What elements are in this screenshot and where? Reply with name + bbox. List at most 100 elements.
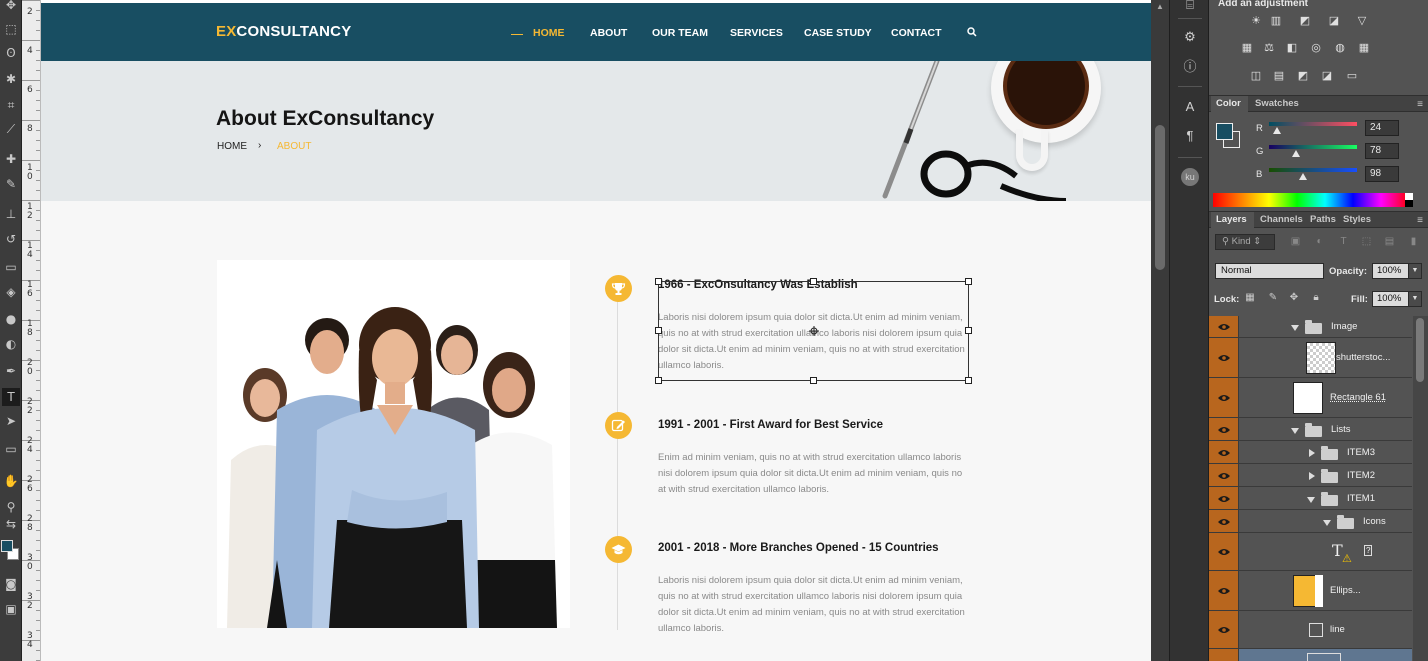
character-panel-icon[interactable]: A (1181, 98, 1199, 116)
layer-row[interactable]: Rectangle 61 (1209, 378, 1412, 418)
nav-services[interactable]: SERVICES (730, 27, 783, 39)
layer-name[interactable]: Lists (1331, 424, 1351, 435)
layer-row[interactable]: Image (1209, 316, 1412, 338)
opacity-dropdown-icon[interactable]: ▼ (1408, 263, 1422, 279)
paint-bucket-tool[interactable]: ◈ (2, 283, 20, 301)
layer-visibility-toggle[interactable] (1209, 649, 1239, 661)
layer-visibility-toggle[interactable] (1209, 464, 1239, 486)
crop-tool[interactable]: ⌗ (2, 96, 20, 114)
transform-handle-tr[interactable] (965, 278, 972, 285)
foreground-color-chip[interactable] (1, 540, 13, 552)
layer-name[interactable]: line (1330, 624, 1345, 635)
layer-name[interactable]: ITEM3 (1347, 447, 1375, 458)
hue-saturation-icon[interactable]: ▦ (1239, 41, 1255, 55)
tab-paths[interactable]: Paths (1310, 214, 1336, 225)
layer-name[interactable]: ITEM2 (1347, 470, 1375, 481)
black-white-ramp[interactable] (1405, 193, 1413, 207)
zoom-tool[interactable]: ⚲ (2, 498, 20, 516)
channel-mixer-icon[interactable]: ◍ (1332, 41, 1348, 55)
scroll-up-icon[interactable]: ▲ (1156, 2, 1164, 11)
blue-value-input[interactable]: 98 (1365, 166, 1399, 182)
breadcrumb-home[interactable]: HOME (217, 141, 247, 152)
collapse-arrow-icon[interactable] (1291, 427, 1299, 434)
foreground-color-swatch[interactable] (1216, 123, 1233, 140)
black-white-icon[interactable]: ◧ (1284, 41, 1300, 55)
eyedropper-tool[interactable]: ⟋ (2, 120, 20, 138)
layer-row[interactable]: line (1209, 611, 1412, 649)
switch-colors-icon[interactable]: ⇆ (2, 515, 20, 533)
history-brush-tool[interactable]: ↺ (2, 230, 20, 248)
blue-slider[interactable] (1269, 168, 1357, 172)
green-slider-thumb[interactable] (1291, 150, 1300, 157)
layer-row[interactable]: ITEM1 (1209, 487, 1412, 510)
3d-panel-icon[interactable]: ⚙ (1181, 28, 1199, 46)
screen-mode-icon[interactable]: ▣ (2, 600, 20, 618)
color-lookup-icon[interactable]: ▦ (1356, 41, 1372, 55)
blur-tool[interactable]: ● (2, 310, 20, 328)
tab-layers[interactable]: Layers (1216, 214, 1247, 225)
color-balance-icon[interactable]: ⚖ (1261, 41, 1277, 55)
curves-icon[interactable]: ◩ (1297, 14, 1313, 28)
red-value-input[interactable]: 24 (1365, 120, 1399, 136)
photo-filter-icon[interactable]: ◎ (1308, 41, 1324, 55)
nav-about[interactable]: ABOUT (590, 27, 627, 39)
tab-color[interactable]: Color (1216, 98, 1241, 109)
layer-visibility-toggle[interactable] (1209, 378, 1239, 417)
hand-tool[interactable]: ✋ (2, 472, 20, 490)
levels-icon[interactable]: ▥ (1268, 14, 1284, 28)
opacity-input[interactable]: 100% (1372, 263, 1409, 279)
collapse-arrow-icon[interactable] (1323, 519, 1331, 526)
layer-visibility-toggle[interactable] (1209, 510, 1239, 532)
layers-scrollbar[interactable] (1413, 316, 1428, 661)
filter-smart-object-icon[interactable]: ▤ (1383, 236, 1396, 248)
clone-stamp-tool[interactable]: ⊥ (2, 205, 20, 223)
transform-handle-bl[interactable] (655, 377, 662, 384)
lock-transparent-icon[interactable]: ▦ (1244, 292, 1256, 304)
red-slider-thumb[interactable] (1273, 127, 1282, 134)
filter-adjustment-icon[interactable]: ◐ (1313, 236, 1326, 248)
layer-name[interactable]: ITEM1 (1347, 493, 1375, 504)
gradient-map-icon[interactable]: ▭ (1344, 69, 1360, 83)
transform-handle-b[interactable] (810, 377, 817, 384)
lock-all-icon[interactable]: 🔒︎ (1310, 292, 1322, 304)
layer-row[interactable] (1209, 649, 1412, 661)
canvas-scrollbar[interactable]: ▲ (1151, 0, 1169, 661)
exposure-icon[interactable]: ◪ (1326, 14, 1342, 28)
nav-case-study[interactable]: CASE STUDY (804, 27, 872, 39)
transform-handle-t[interactable] (810, 278, 817, 285)
move-tool[interactable]: ✥ (2, 0, 20, 14)
lasso-tool[interactable]: ʘ (2, 44, 20, 62)
red-slider[interactable] (1269, 122, 1357, 126)
layer-visibility-toggle[interactable] (1209, 418, 1239, 440)
expand-arrow-icon[interactable] (1309, 471, 1315, 480)
filter-kind-select[interactable]: ⚲ Kind ⇕ (1215, 234, 1275, 250)
reference-point-icon[interactable] (809, 326, 819, 336)
layer-visibility-toggle[interactable] (1209, 338, 1239, 377)
threshold-icon[interactable]: ◩ (1295, 69, 1311, 83)
posterize-icon[interactable]: ▤ (1271, 69, 1287, 83)
healing-brush-tool[interactable]: ✚ (2, 150, 20, 168)
color-spectrum[interactable] (1213, 193, 1409, 207)
fill-input[interactable]: 100% (1372, 291, 1409, 307)
tab-channels[interactable]: Channels (1260, 214, 1303, 225)
layers-scrollbar-thumb[interactable] (1416, 318, 1424, 382)
vibrance-icon[interactable]: ▽ (1354, 14, 1370, 28)
blend-mode-select[interactable]: Normal (1215, 263, 1324, 279)
transform-handle-br[interactable] (965, 377, 972, 384)
path-selection-tool[interactable]: ➤ (2, 412, 20, 430)
expand-arrow-icon[interactable] (1309, 448, 1315, 457)
layer-visibility-toggle[interactable] (1209, 487, 1239, 509)
collapse-arrow-icon[interactable] (1307, 496, 1315, 503)
selective-color-icon[interactable]: ◪ (1319, 69, 1335, 83)
filter-shape-icon[interactable]: ⬚ (1360, 236, 1373, 248)
layer-name[interactable]: Icons (1363, 516, 1386, 527)
document-canvas[interactable]: EXCONSULTANCY HOME ABOUT OUR TEAM SERVIC… (41, 0, 1151, 661)
scrollbar-thumb[interactable] (1155, 125, 1165, 270)
layer-visibility-toggle[interactable] (1209, 611, 1239, 648)
magic-wand-tool[interactable]: ✱ (2, 70, 20, 88)
nav-contact[interactable]: CONTACT (891, 27, 942, 39)
brush-tool[interactable]: ✎ (2, 175, 20, 193)
pen-tool[interactable]: ✒ (2, 362, 20, 380)
site-logo[interactable]: EXCONSULTANCY (216, 23, 351, 40)
collapse-arrow-icon[interactable] (1291, 325, 1299, 331)
